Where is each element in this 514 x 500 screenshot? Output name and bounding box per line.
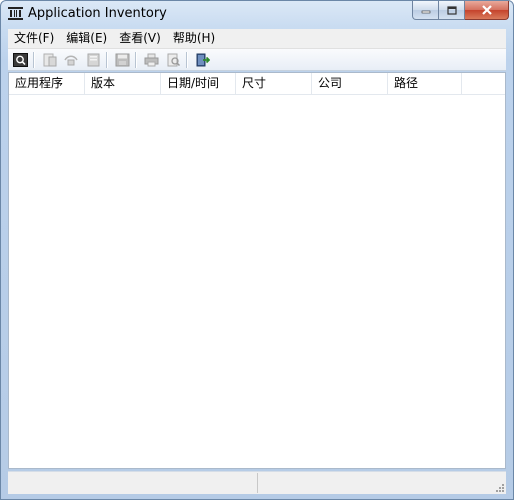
menu-bar: 文件(F) 编辑(E) 查看(V) 帮助(H) <box>8 29 506 49</box>
caption-buttons <box>412 1 509 20</box>
menu-view[interactable]: 查看(V) <box>113 29 167 48</box>
html-report-button[interactable] <box>83 51 103 69</box>
column-header-date-time[interactable]: 日期/时间 <box>161 73 236 94</box>
html-report-icon <box>87 53 99 66</box>
application-list[interactable]: 应用程序 版本 日期/时间 尺寸 公司 路径 <box>8 72 506 469</box>
print-preview-icon <box>167 53 180 66</box>
menu-edit[interactable]: 编辑(E) <box>60 29 113 48</box>
menu-help[interactable]: 帮助(H) <box>167 29 221 48</box>
toolbar <box>8 49 506 71</box>
toolbar-separator <box>106 51 107 68</box>
title-bar[interactable]: Application Inventory <box>1 1 513 27</box>
column-header-size[interactable]: 尺寸 <box>236 73 312 94</box>
status-pane-main <box>8 473 258 493</box>
toolbar-separator <box>186 51 187 68</box>
properties-icon <box>43 53 56 66</box>
column-header-version[interactable]: 版本 <box>85 73 161 94</box>
maximize-button[interactable] <box>439 1 465 20</box>
column-header-path[interactable]: 路径 <box>388 73 462 94</box>
resize-grip-icon[interactable] <box>495 483 505 493</box>
print-icon <box>144 53 158 66</box>
exit-button[interactable] <box>192 51 212 69</box>
properties-button[interactable] <box>39 51 59 69</box>
list-header: 应用程序 版本 日期/时间 尺寸 公司 路径 <box>9 73 505 95</box>
copy-button[interactable] <box>61 51 81 69</box>
save-icon <box>115 53 129 66</box>
column-header-application[interactable]: 应用程序 <box>9 73 85 94</box>
application-window: Application Inventory 文件(F) 编辑(E) 查看(V) … <box>0 0 514 500</box>
refresh-icon <box>12 52 28 67</box>
menu-file[interactable]: 文件(F) <box>8 29 60 48</box>
save-button[interactable] <box>112 51 132 69</box>
maximize-icon <box>446 5 457 15</box>
print-preview-button[interactable] <box>163 51 183 69</box>
refresh-button[interactable] <box>10 51 30 69</box>
copy-icon <box>64 55 78 65</box>
minimize-button[interactable] <box>412 1 439 20</box>
close-button[interactable] <box>465 1 509 20</box>
column-header-company[interactable]: 公司 <box>312 73 388 94</box>
close-icon <box>481 5 492 15</box>
exit-icon <box>196 53 210 66</box>
toolbar-separator <box>33 51 34 68</box>
status-bar <box>8 471 506 494</box>
window-title: Application Inventory <box>28 6 167 21</box>
minimize-icon <box>421 10 430 14</box>
print-button[interactable] <box>141 51 161 69</box>
app-icon <box>8 7 23 20</box>
status-pane-secondary <box>258 473 494 493</box>
toolbar-separator <box>135 51 136 68</box>
